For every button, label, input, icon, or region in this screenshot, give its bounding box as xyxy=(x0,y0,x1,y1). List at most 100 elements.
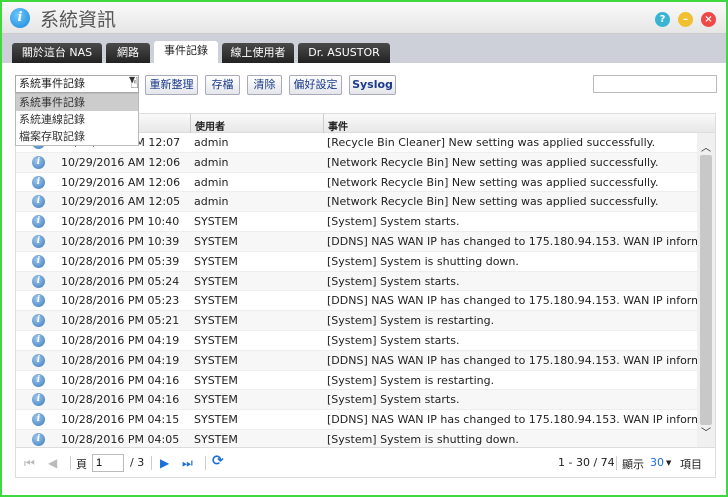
table-row[interactable]: i 10/28/2016 PM 05:39 SYSTEM [System] Sy… xyxy=(16,252,698,272)
info-icon: i xyxy=(32,314,45,328)
table-row[interactable]: i 10/28/2016 PM 05:21 SYSTEM [System] Sy… xyxy=(16,311,698,331)
table-row[interactable]: i 10/28/2016 PM 05:23 SYSTEM [DDNS] NAS … xyxy=(16,291,698,312)
log-type-dropdown: 系統事件記錄 系統連線記錄 檔案存取記錄 xyxy=(15,93,139,146)
table-row[interactable]: i 10/28/2016 PM 10:40 SYSTEM [System] Sy… xyxy=(16,212,698,232)
clear-button[interactable]: 清除 xyxy=(247,75,282,95)
row-user: admin xyxy=(194,155,229,169)
row-date: 10/28/2016 PM 05:23 xyxy=(61,294,180,308)
table-row[interactable]: i 10/29/2016 AM 12:05 admin [Network Rec… xyxy=(16,192,698,213)
pagination-bar: ⏮ ◀ 頁 / 3 ▶ ⏭ ⟳ 1 - 30 / 74 顯示 30 ▼ 項目 xyxy=(15,448,716,478)
table-row[interactable]: i 10/28/2016 PM 04:15 SYSTEM [DDNS] NAS … xyxy=(16,410,698,430)
row-date: 10/28/2016 PM 05:21 xyxy=(61,314,180,328)
column-event[interactable]: 事件 xyxy=(328,118,348,133)
search-input[interactable] xyxy=(593,75,717,93)
table-row[interactable]: i 10/28/2016 PM 04:16 SYSTEM [System] Sy… xyxy=(16,390,698,411)
show-label: 顯示 xyxy=(622,458,644,471)
reload-icon[interactable]: ⟳ xyxy=(212,453,224,469)
table-row[interactable]: i 10/28/2016 PM 05:24 SYSTEM [System] Sy… xyxy=(16,271,698,292)
row-date: 10/29/2016 AM 12:05 xyxy=(61,195,181,209)
window-title: 系統資訊 xyxy=(40,9,117,31)
info-icon: i xyxy=(32,175,45,189)
event-log-table: 使用者 事件 i 10/29/2016 AM 12:07 admin [Recy… xyxy=(15,113,716,448)
row-event: [DDNS] NAS WAN IP has changed to 175.180… xyxy=(327,294,698,308)
log-option-system-events[interactable]: 系統事件記錄 xyxy=(16,94,138,111)
table-row[interactable]: i 10/28/2016 PM 04:16 SYSTEM [System] Sy… xyxy=(16,371,698,391)
info-icon: i xyxy=(32,393,45,407)
row-user: SYSTEM xyxy=(194,393,238,407)
last-page-icon[interactable]: ⏭ xyxy=(182,456,193,471)
hand-cursor-icon: ☝ xyxy=(130,74,140,92)
row-event: [Network Recycle Bin] New setting was ap… xyxy=(327,175,659,189)
row-user: SYSTEM xyxy=(194,235,238,248)
chevron-down-icon[interactable]: ▼ xyxy=(666,459,671,467)
row-user: SYSTEM xyxy=(194,334,238,347)
scroll-up-icon[interactable]: ︿ xyxy=(701,139,711,154)
table-row[interactable]: i 10/28/2016 PM 04:19 SYSTEM [DDNS] NAS … xyxy=(16,350,698,371)
info-icon: i xyxy=(32,254,45,268)
syslog-button[interactable]: Syslog xyxy=(349,75,396,95)
row-event: [System] System is shutting down. xyxy=(327,433,519,446)
row-date: 10/28/2016 PM 04:16 xyxy=(61,373,180,387)
row-user: SYSTEM xyxy=(194,353,238,367)
tab-event-log[interactable]: 事件記錄 xyxy=(154,41,218,63)
row-user: admin xyxy=(194,136,229,149)
tab-about-nas[interactable]: 關於這台 NAS xyxy=(12,43,102,63)
log-option-connections[interactable]: 系統連線記錄 xyxy=(16,111,138,128)
table-row[interactable]: i 10/28/2016 PM 04:19 SYSTEM [System] Sy… xyxy=(16,331,698,351)
save-button[interactable]: 存檔 xyxy=(205,75,240,95)
row-user: admin xyxy=(194,175,229,189)
row-user: SYSTEM xyxy=(194,314,238,328)
table-row[interactable]: i 10/28/2016 PM 10:39 SYSTEM [DDNS] NAS … xyxy=(16,232,698,252)
table-row[interactable]: i 10/28/2016 PM 04:05 SYSTEM [System] Sy… xyxy=(16,430,698,447)
table-row[interactable]: i 10/29/2016 AM 12:06 admin [Network Rec… xyxy=(16,152,698,173)
info-icon: i xyxy=(32,373,45,387)
system-info-window: i 系統資訊 ? – × 關於這台 NAS 網路 事件記錄 線上使用者 Dr. … xyxy=(0,0,728,497)
page-size-select[interactable]: 30 xyxy=(650,456,664,469)
first-page-icon[interactable]: ⏮ xyxy=(24,456,35,471)
column-user[interactable]: 使用者 xyxy=(195,118,225,133)
row-user: SYSTEM xyxy=(194,274,238,288)
row-user: SYSTEM xyxy=(194,294,238,308)
row-date: 10/29/2016 AM 12:06 xyxy=(61,175,181,189)
total-pages: / 3 xyxy=(130,456,145,469)
scrollbar-thumb[interactable] xyxy=(700,155,712,425)
scrollbar[interactable]: ︿ ﹀ xyxy=(697,133,715,447)
preferences-button[interactable]: 偏好設定 xyxy=(289,75,342,95)
prev-page-icon[interactable]: ◀ xyxy=(48,456,57,470)
info-icon: i xyxy=(32,353,45,367)
log-option-file-access[interactable]: 檔案存取記錄 xyxy=(16,128,138,145)
row-event: [System] System is restarting. xyxy=(327,373,495,387)
info-icon: i xyxy=(32,334,45,347)
row-event: [System] System starts. xyxy=(327,274,460,288)
row-user: admin xyxy=(194,195,229,209)
minimize-icon[interactable]: – xyxy=(678,12,693,27)
help-icon[interactable]: ? xyxy=(655,12,670,27)
row-date: 10/28/2016 PM 10:40 xyxy=(61,215,180,229)
row-event: [Recycle Bin Cleaner] New setting was ap… xyxy=(327,136,656,149)
row-event: [DDNS] NAS WAN IP has changed to 175.180… xyxy=(327,353,698,367)
row-date: 10/28/2016 PM 05:24 xyxy=(61,274,180,288)
row-user: SYSTEM xyxy=(194,215,238,229)
page-input[interactable] xyxy=(92,454,124,472)
info-icon: i xyxy=(32,274,45,288)
record-range: 1 - 30 / 74 xyxy=(558,456,615,469)
row-event: [System] System starts. xyxy=(327,334,460,347)
table-row[interactable]: i 10/29/2016 AM 12:06 admin [Network Rec… xyxy=(16,173,698,193)
row-event: [Network Recycle Bin] New setting was ap… xyxy=(327,195,659,209)
row-user: SYSTEM xyxy=(194,373,238,387)
info-icon: i xyxy=(32,195,45,209)
close-icon[interactable]: × xyxy=(701,12,716,27)
info-icon: i xyxy=(32,155,45,169)
next-page-icon[interactable]: ▶ xyxy=(160,456,169,470)
row-date: 10/28/2016 PM 05:39 xyxy=(61,254,180,268)
tab-dr-asustor[interactable]: Dr. ASUSTOR xyxy=(298,43,390,63)
info-icon: i xyxy=(32,433,45,446)
row-event: [System] System is shutting down. xyxy=(327,254,519,268)
log-type-select[interactable]: 系統事件記錄 xyxy=(15,75,139,93)
refresh-button[interactable]: 重新整理 xyxy=(145,75,198,95)
tab-online-users[interactable]: 線上使用者 xyxy=(222,43,294,63)
page-label: 頁 xyxy=(76,458,87,471)
row-date: 10/28/2016 PM 04:19 xyxy=(61,334,180,347)
tab-network[interactable]: 網路 xyxy=(106,43,150,63)
scroll-down-icon[interactable]: ﹀ xyxy=(701,424,711,439)
